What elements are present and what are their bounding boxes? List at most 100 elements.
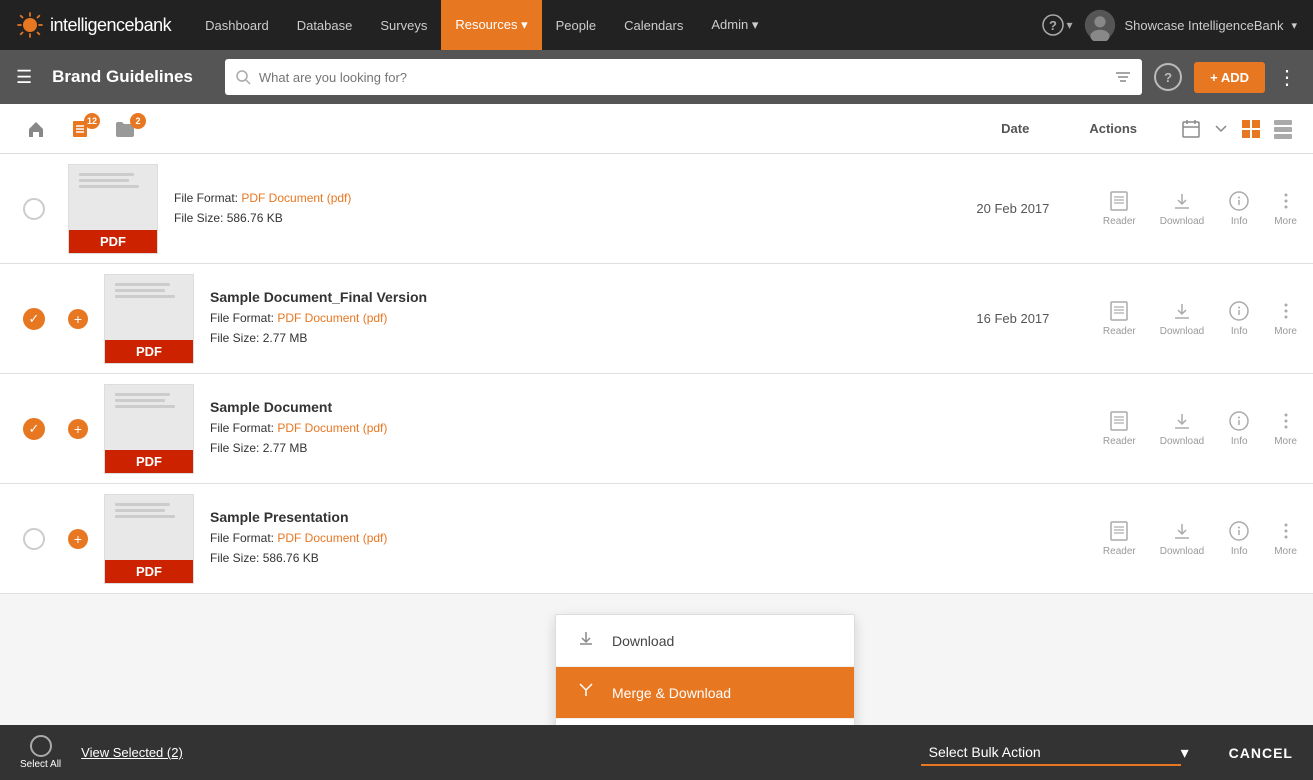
files-tab[interactable]: 12 <box>60 113 100 145</box>
nav-calendars[interactable]: Calendars <box>610 0 697 50</box>
file-1-reader-label: Reader <box>1103 216 1136 227</box>
hamburger-icon[interactable]: ☰ <box>16 67 32 88</box>
svg-text:?: ? <box>1049 18 1057 33</box>
user-avatar-icon <box>1084 9 1116 41</box>
file-4-name: Sample Presentation <box>210 509 943 525</box>
file-1-download-button[interactable]: Download <box>1160 190 1204 227</box>
bulk-action-select[interactable]: Select Bulk Action Download Merge & Down… <box>921 740 1181 766</box>
file-4-more-label: More <box>1274 546 1297 557</box>
file-3-checkbox[interactable] <box>23 418 45 440</box>
nav-people[interactable]: People <box>542 0 610 50</box>
home-tab[interactable] <box>16 113 56 145</box>
brand-title: Brand Guidelines <box>52 67 193 87</box>
view-selected-link[interactable]: View Selected (2) <box>81 745 183 760</box>
file-2-plus-button[interactable]: + <box>68 309 88 329</box>
top-nav: intelligencebank Dashboard Database Surv… <box>0 0 1313 50</box>
list-view-button[interactable] <box>1237 115 1265 143</box>
file-3-actions: Reader Download Info <box>1103 410 1297 447</box>
help-circle-button[interactable]: ? <box>1154 63 1182 91</box>
file-3-info-button[interactable]: Info <box>1228 410 1250 447</box>
file-4-info-button[interactable]: Info <box>1228 520 1250 557</box>
file-1-checkbox[interactable] <box>23 198 45 220</box>
grid-view-button[interactable] <box>1269 115 1297 143</box>
file-2-info-button[interactable]: Info <box>1228 300 1250 337</box>
files-tab-badge: 12 <box>84 113 100 129</box>
kebab-menu-button[interactable]: ⋮ <box>1277 65 1297 90</box>
file-4-more-button[interactable]: More <box>1274 520 1297 557</box>
folders-tab[interactable]: 2 <box>104 113 146 145</box>
file-1-download-label: Download <box>1160 216 1204 227</box>
file-2-date: 16 Feb 2017 <box>943 311 1083 326</box>
cancel-button[interactable]: CANCEL <box>1229 745 1293 761</box>
bottom-bar: Select All View Selected (2) Select Bulk… <box>0 725 1313 780</box>
file-3-info: Sample Document File Format: PDF Documen… <box>210 399 943 457</box>
bulk-select-wrapper: Select Bulk Action Download Merge & Down… <box>921 740 1189 766</box>
file-1-thumbnail: PDF <box>68 164 158 254</box>
file-3-format-value: PDF Document (pdf) <box>277 421 387 435</box>
search-input[interactable] <box>259 70 1106 85</box>
file-2-more-button[interactable]: More <box>1274 300 1297 337</box>
file-4-size-value: 586.76 KB <box>263 551 319 565</box>
file-2-format-value: PDF Document (pdf) <box>277 311 387 325</box>
select-all-label: Select All <box>20 759 61 770</box>
nav-database[interactable]: Database <box>283 0 367 50</box>
file-4-format-value: PDF Document (pdf) <box>277 531 387 545</box>
nav-surveys[interactable]: Surveys <box>366 0 441 50</box>
file-1-meta: File Format: PDF Document (pdf) File Siz… <box>174 189 943 227</box>
dropdown-download-item[interactable]: Download <box>556 615 854 667</box>
download-icon <box>576 629 596 652</box>
column-headers: Date Actions <box>1001 121 1137 136</box>
filter-icon[interactable] <box>1114 68 1132 86</box>
file-4-size-label: File Size: <box>210 551 263 565</box>
file-3-thumbnail: PDF <box>104 384 194 474</box>
user-area[interactable]: Showcase IntelligenceBank ▾ <box>1084 9 1297 41</box>
help-arrow: ▾ <box>1066 18 1072 32</box>
file-3-download-label: Download <box>1160 436 1204 447</box>
tab-icons: 12 2 <box>16 113 146 145</box>
add-button[interactable]: + ADD <box>1194 62 1265 93</box>
select-all-circle[interactable] <box>30 735 52 757</box>
nav-dashboard[interactable]: Dashboard <box>191 0 283 50</box>
file-1-actions: Reader Download Info <box>1103 190 1297 227</box>
file-4-thumbnail: PDF <box>104 494 194 584</box>
help-button[interactable]: ? ▾ <box>1042 14 1072 36</box>
select-all-area[interactable]: Select All <box>20 735 61 770</box>
file-2-reader-button[interactable]: Reader <box>1103 300 1136 337</box>
user-dropdown-arrow: ▾ <box>1291 19 1297 32</box>
calendar-view-button[interactable] <box>1177 115 1205 143</box>
file-3-more-button[interactable]: More <box>1274 410 1297 447</box>
file-4-reader-button[interactable]: Reader <box>1103 520 1136 557</box>
table-row: PDF File Format: PDF Document (pdf) File… <box>0 154 1313 264</box>
file-2-checkbox[interactable] <box>23 308 45 330</box>
file-1-more-button[interactable]: More <box>1274 190 1297 227</box>
file-3-reader-button[interactable]: Reader <box>1103 410 1136 447</box>
file-2-thumbnail: PDF <box>104 274 194 364</box>
file-4-checkbox[interactable] <box>23 528 45 550</box>
dropdown-view-button[interactable] <box>1209 117 1233 141</box>
file-4-download-button[interactable]: Download <box>1160 520 1204 557</box>
file-2-download-button[interactable]: Download <box>1160 300 1204 337</box>
file-1-reader-button[interactable]: Reader <box>1103 190 1136 227</box>
file-4-plus-button[interactable]: + <box>68 529 88 549</box>
file-3-size-value: 2.77 MB <box>263 441 308 455</box>
file-2-format-label: File Format: <box>210 311 277 325</box>
file-4-info-label: Info <box>1231 546 1248 557</box>
dropdown-merge-download-item[interactable]: Merge & Download <box>556 667 854 719</box>
file-2-download-label: Download <box>1160 326 1204 337</box>
nav-admin[interactable]: Admin ▾ <box>697 0 772 50</box>
bulk-select-arrow: ▾ <box>1181 743 1189 763</box>
toolbar: ☰ Brand Guidelines ? + ADD ⋮ <box>0 50 1313 104</box>
file-3-reader-label: Reader <box>1103 436 1136 447</box>
nav-resources[interactable]: Resources ▾ <box>441 0 541 50</box>
file-3-plus-button[interactable]: + <box>68 419 88 439</box>
content-area: PDF File Format: PDF Document (pdf) File… <box>0 154 1313 725</box>
bulk-action-dropdown: Download Merge & Download Bulk Apply Cha… <box>555 614 855 725</box>
file-3-download-button[interactable]: Download <box>1160 410 1204 447</box>
file-1-info-button[interactable]: Info <box>1228 190 1250 227</box>
file-1-format-value: PDF Document (pdf) <box>241 191 351 205</box>
dropdown-download-label: Download <box>612 633 674 649</box>
view-controls <box>1177 115 1297 143</box>
file-2-actions: Reader Download Info <box>1103 300 1297 337</box>
file-4-format-label: File Format: <box>210 531 277 545</box>
file-1-size-value: 586.76 KB <box>227 211 283 225</box>
